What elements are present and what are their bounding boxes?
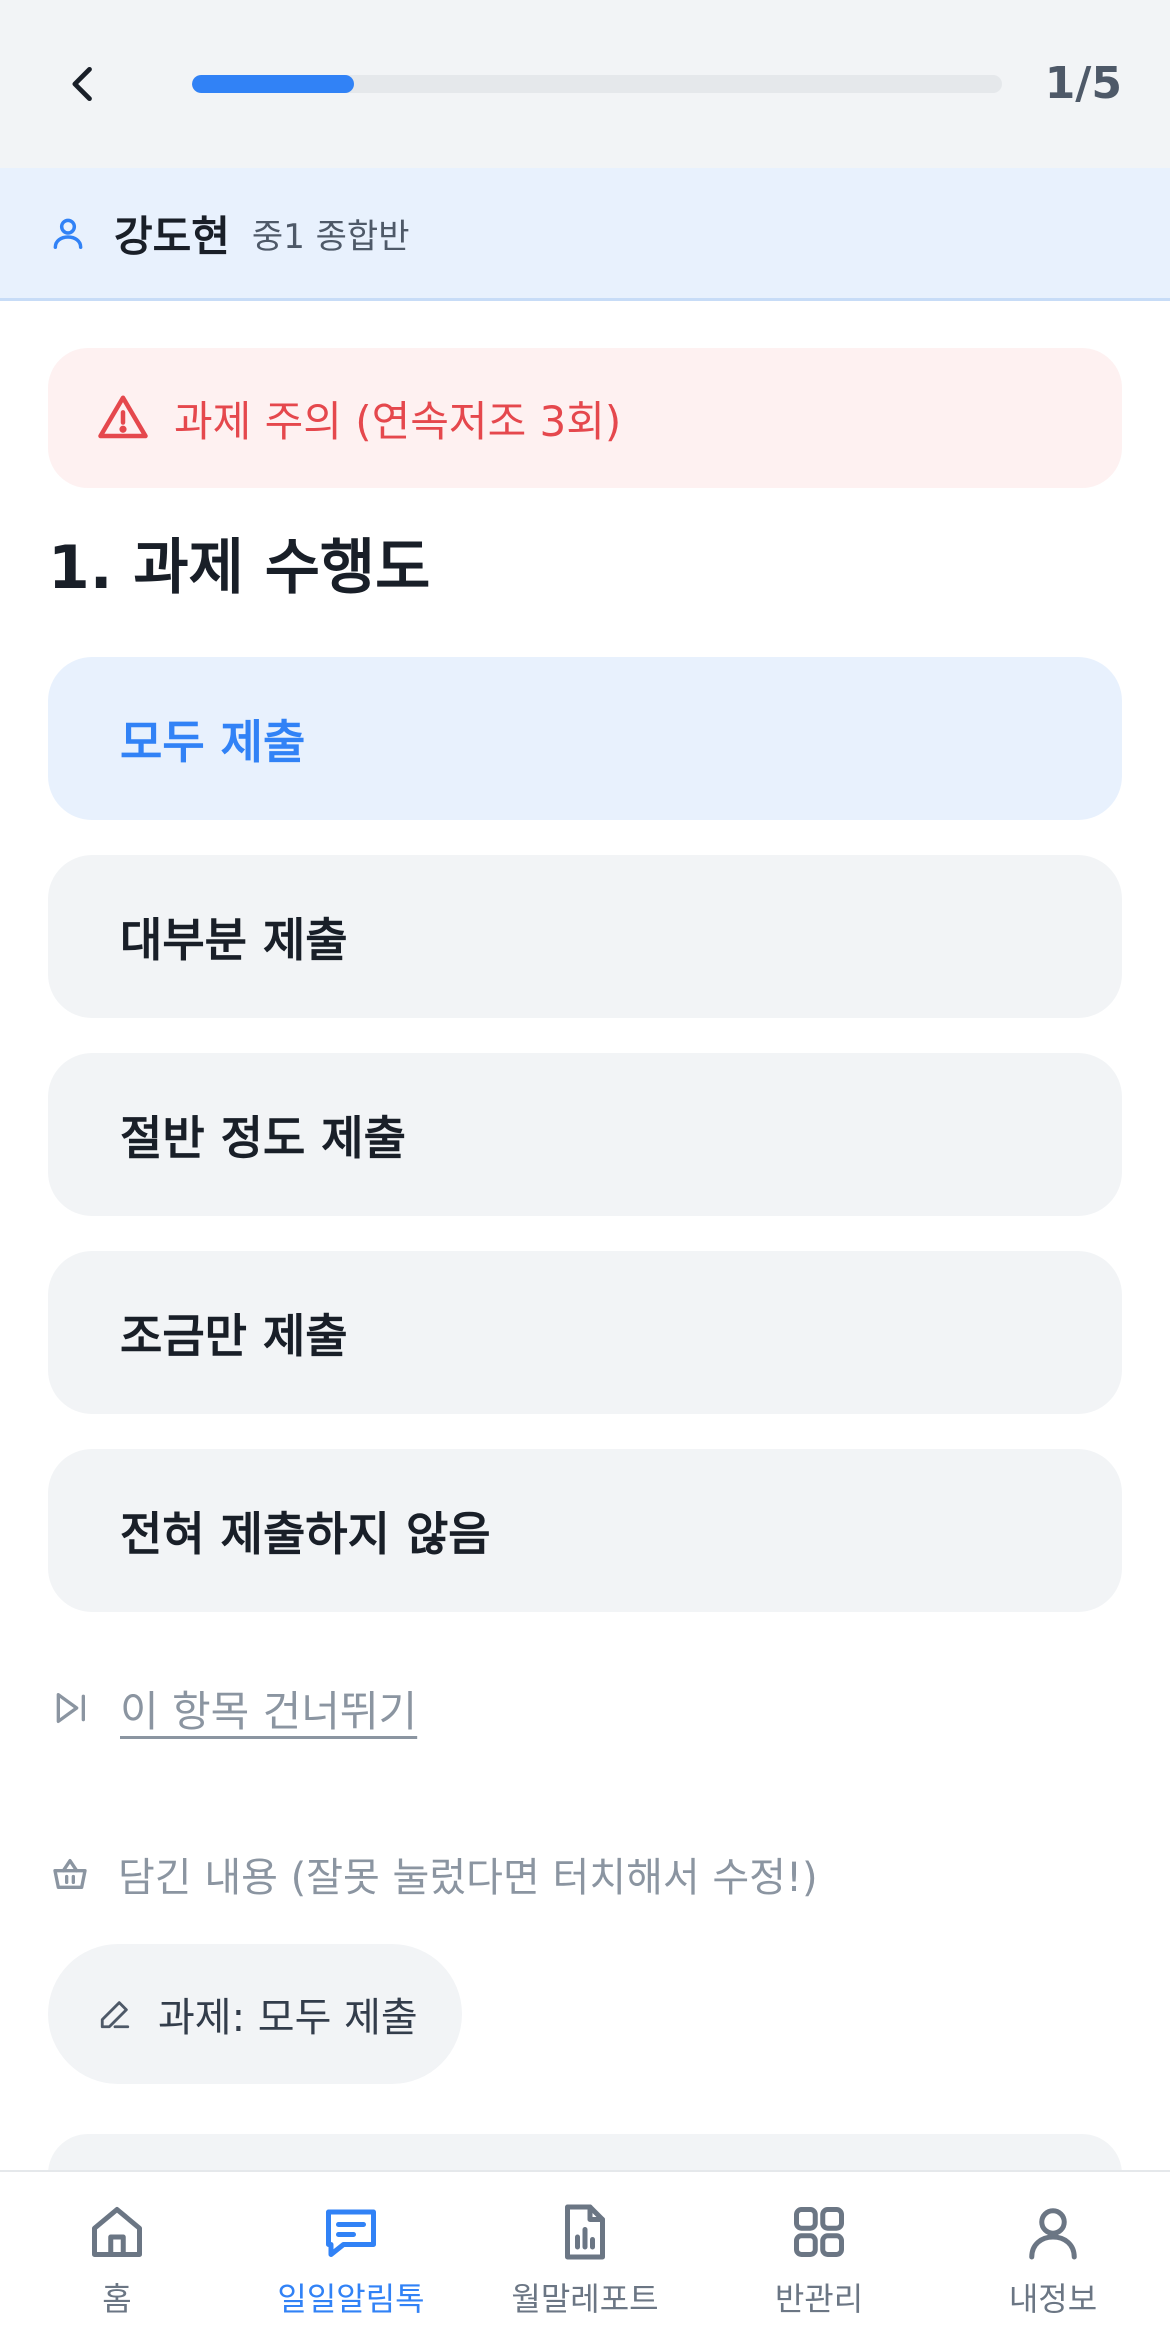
option-none-submitted[interactable]: 전혀 제출하지 않음: [48, 1449, 1122, 1612]
basket-label: 담긴 내용 (잘못 눌렀다면 터치해서 수정!): [118, 1855, 818, 1901]
tab-my-info[interactable]: 내정보: [936, 2172, 1170, 2342]
chevron-left-icon: [72, 66, 92, 102]
tab-label: 내정보: [1008, 2280, 1098, 2318]
answer-chip-label: 과제: 모두 제출: [158, 1995, 418, 2041]
user-icon: [48, 213, 88, 253]
report-icon: [553, 2200, 617, 2264]
option-label: 대부분 제출: [120, 912, 348, 967]
basket-icon: [48, 1852, 92, 1896]
option-little-submitted[interactable]: 조금만 제출: [48, 1251, 1122, 1414]
student-class: 중1 종합반: [251, 216, 410, 257]
option-mostly-submitted[interactable]: 대부분 제출: [48, 855, 1122, 1018]
grid-icon: [787, 2200, 851, 2264]
option-half-submitted[interactable]: 절반 정도 제출: [48, 1053, 1122, 1216]
skip-forward-icon: [48, 1686, 92, 1730]
option-all-submitted[interactable]: 모두 제출: [48, 657, 1122, 820]
warning-banner: 과제 주의 (연속저조 3회): [48, 348, 1122, 488]
warning-triangle-icon: [96, 391, 150, 445]
top-bar: 1/5: [0, 0, 1170, 168]
tab-label: 월말레포트: [511, 2280, 659, 2318]
option-label: 조금만 제출: [120, 1308, 348, 1363]
bottom-tab-bar: 홈 일일알림톡 월말레포트 반관리 내정보: [0, 2170, 1170, 2342]
question-title: 1. 과제 수행도: [48, 533, 431, 603]
tab-label: 홈: [102, 2280, 132, 2318]
user-icon: [1021, 2200, 1085, 2264]
tab-daily-notice[interactable]: 일일알림톡: [234, 2172, 468, 2342]
home-icon: [85, 2200, 149, 2264]
tab-label: 반관리: [774, 2280, 864, 2318]
progress-bar-fill: [192, 75, 354, 93]
pencil-icon: [96, 1995, 134, 2033]
student-info-bar: 강도현 중1 종합반: [0, 168, 1170, 301]
skip-item-link[interactable]: 이 항목 건너뛰기: [48, 1676, 417, 1740]
basket-header: 담긴 내용 (잘못 눌렀다면 터치해서 수정!): [48, 1844, 818, 1904]
tab-home[interactable]: 홈: [0, 2172, 234, 2342]
skip-item-label: 이 항목 건너뛰기: [120, 1686, 418, 1736]
student-name: 강도현: [114, 211, 230, 261]
option-label: 전혀 제출하지 않음: [120, 1506, 491, 1561]
message-icon: [319, 2200, 383, 2264]
tab-monthly-report[interactable]: 월말레포트: [468, 2172, 702, 2342]
step-counter: 1/5: [1044, 58, 1122, 109]
back-button[interactable]: [48, 48, 120, 120]
progress-bar: [192, 75, 1002, 93]
option-label: 모두 제출: [120, 714, 306, 769]
answer-chip[interactable]: 과제: 모두 제출: [48, 1944, 462, 2084]
tab-class-management[interactable]: 반관리: [702, 2172, 936, 2342]
tab-label: 일일알림톡: [277, 2280, 425, 2318]
option-label: 절반 정도 제출: [120, 1110, 406, 1165]
warning-text: 과제 주의 (연속저조 3회): [174, 396, 622, 446]
